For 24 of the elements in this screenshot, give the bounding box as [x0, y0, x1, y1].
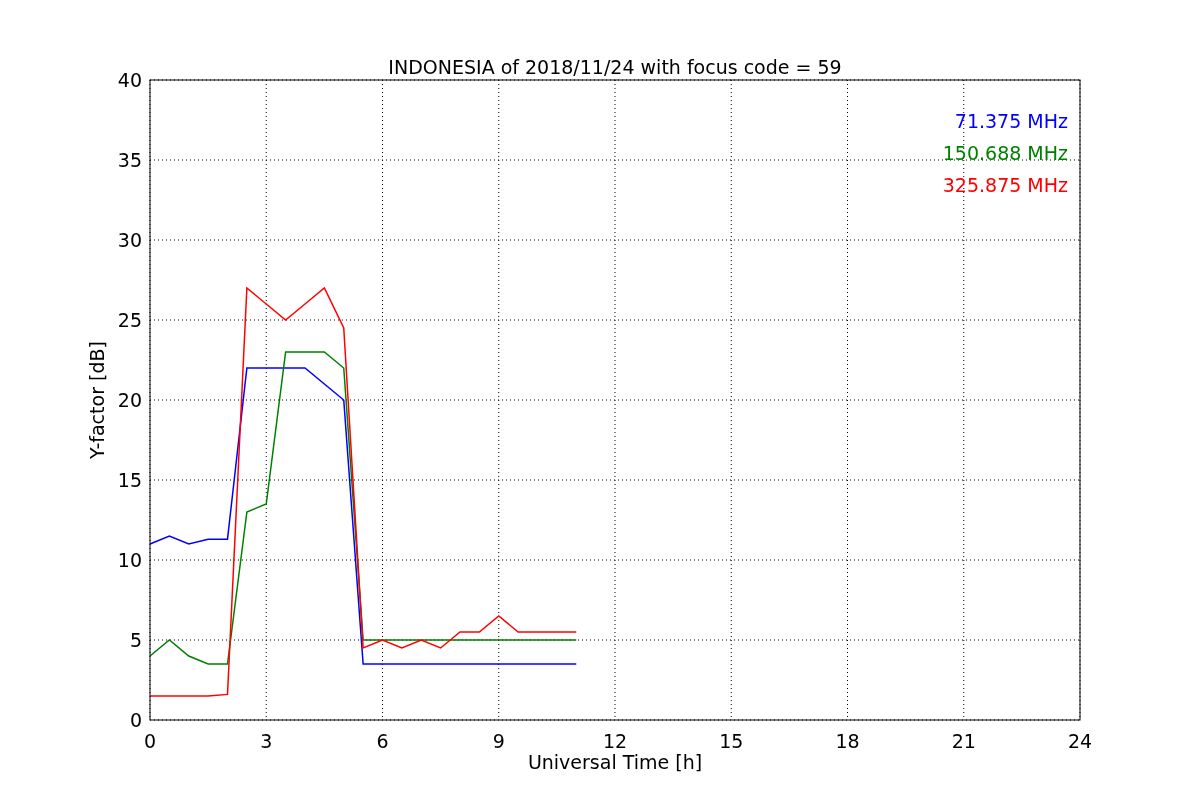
x-tick-label: 0: [143, 730, 157, 752]
legend-label: 325.875 MHz: [942, 174, 1068, 196]
y-tick-label: 40: [117, 69, 142, 91]
y-axis-title: Y-factor [dB]: [86, 341, 108, 459]
legend-label: 71.375 MHz: [954, 110, 1068, 132]
y-tick-label: 25: [117, 309, 142, 331]
legend-label: 150.688 MHz: [942, 142, 1068, 164]
y-tick-label: 5: [129, 629, 142, 651]
x-tick-label: 24: [1067, 730, 1093, 752]
y-tick-label: 30: [117, 229, 142, 251]
x-tick-label: 3: [260, 730, 273, 752]
x-tick-label: 21: [951, 730, 976, 752]
x-tick-label: 15: [719, 730, 744, 752]
y-tick-label: 10: [117, 549, 142, 571]
y-tick-label: 15: [117, 469, 142, 491]
y-tick-label: 20: [117, 389, 142, 411]
y-tick-label: 0: [129, 709, 142, 731]
x-tick-label: 6: [376, 730, 389, 752]
chart-title: INDONESIA of 2018/11/24 with focus code = 59: [388, 56, 842, 78]
x-axis-title: Universal Time [h]: [527, 751, 703, 773]
x-tick-label: 18: [835, 730, 860, 752]
y-tick-label: 35: [117, 149, 142, 171]
x-tick-label: 12: [602, 730, 628, 752]
x-tick-label: 9: [492, 730, 505, 752]
